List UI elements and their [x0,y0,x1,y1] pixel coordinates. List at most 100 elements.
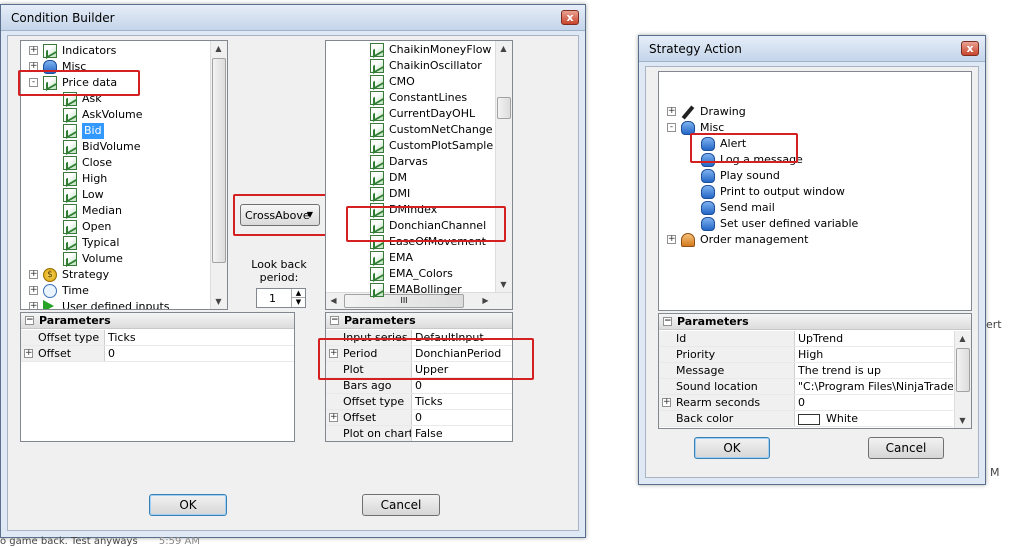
list-item[interactable]: CMO [326,74,494,90]
property-value[interactable]: Ticks [105,330,294,345]
indicator-list-vscroll[interactable]: ▲ ▼ [495,41,512,292]
tree-node[interactable]: AskVolume [21,107,209,123]
scroll-down-icon[interactable]: ▼ [496,277,511,292]
cancel-button[interactable]: Cancel [362,494,440,516]
scroll-thumb[interactable] [212,58,226,263]
tree-node[interactable]: Open [21,219,209,235]
property-value[interactable]: UpTrend [795,331,953,346]
action-parameters-grid[interactable]: − Parameters ▲ ▼ Id UpTrend Priority High Me… [658,313,972,429]
property-value[interactable]: The trend is up [795,363,953,378]
scroll-up-icon[interactable]: ▲ [955,331,970,346]
list-item[interactable]: Darvas [326,154,494,170]
expand-icon[interactable]: + [29,270,38,279]
list-item[interactable]: DM [326,170,494,186]
expand-icon[interactable]: + [29,302,38,309]
tree-node[interactable]: + Time [21,283,209,299]
list-item[interactable]: DMI [326,186,494,202]
list-item[interactable]: ChaikinOscillator [326,58,494,74]
expand-icon[interactable]: + [329,413,338,422]
table-row[interactable]: Message The trend is up [659,363,953,379]
tree-node[interactable]: + Indicators [21,43,209,59]
tree-node[interactable]: BidVolume [21,139,209,155]
table-row[interactable]: Offset type Ticks [21,330,294,346]
list-item[interactable]: ChaikinMoneyFlow [326,42,494,58]
ok-button[interactable]: OK [694,437,770,459]
scroll-up-icon[interactable]: ▲ [211,41,226,56]
table-row[interactable]: Offset type Ticks [326,394,512,410]
property-value[interactable]: 0 [795,395,953,410]
list-item[interactable]: CustomNetChange [326,122,494,138]
tree-node[interactable]: High [21,171,209,187]
expand-icon[interactable]: + [662,398,671,407]
left-parameters-grid[interactable]: − Parameters Offset type Ticks Offset +0 [20,312,295,442]
property-value[interactable]: 0 [412,410,512,425]
tree-node[interactable]: Median [21,203,209,219]
collapse-icon[interactable]: − [330,316,339,325]
list-item[interactable]: EMABollinger [326,282,494,298]
table-row[interactable]: Rearm seconds +0 [659,395,953,411]
expand-icon[interactable]: + [24,349,33,358]
list-item[interactable]: ConstantLines [326,90,494,106]
action-tree[interactable]: + Drawing - Misc Alert Log a message Play soun… [658,71,972,311]
tree-node[interactable]: Volume [21,251,209,267]
tree-node[interactable]: Typical [21,235,209,251]
lookback-period-stepper[interactable]: 1 ▲ ▼ [256,288,306,308]
expand-icon[interactable]: + [667,107,676,116]
property-value[interactable]: Ticks [412,394,512,409]
list-item-label: CustomPlotSample [389,139,494,152]
table-row[interactable]: Priority High [659,347,953,363]
tree-node[interactable]: Close [21,155,209,171]
title-bar[interactable]: Condition Builder x [1,5,585,31]
tree-node[interactable]: + Order management [659,232,953,248]
scroll-thumb[interactable] [956,348,970,392]
left-tree-scrollbar[interactable]: ▲ ▼ [210,41,227,309]
tree-node[interactable]: Send mail [659,200,953,216]
table-row[interactable]: Plot on chart False [326,426,512,441]
table-row[interactable]: Id UpTrend [659,331,953,347]
table-row[interactable]: Sound location "C:\Program Files\NinjaTra… [659,379,953,395]
chart-icon [370,283,384,297]
collapse-icon[interactable]: - [667,123,676,132]
tree-node[interactable]: Set user defined variable [659,216,953,232]
spin-down-icon[interactable]: ▼ [291,298,305,307]
property-value[interactable]: High [795,347,953,362]
tree-node-label: Open [82,220,112,233]
tree-node[interactable]: + User defined inputs [21,299,209,309]
table-row[interactable]: Back color White [659,411,953,427]
property-value[interactable]: "C:\Program Files\NinjaTrader [795,379,953,394]
indicator-list[interactable]: ▲ ▼ ◀ III ▶ ChaikinMoneyFlow ChaikinOscil… [325,40,513,310]
tree-node[interactable]: Bid [21,123,209,139]
scroll-thumb[interactable] [497,97,511,119]
expand-icon[interactable]: + [29,46,38,55]
expand-icon[interactable]: + [29,286,38,295]
list-item[interactable]: CustomPlotSample [326,138,494,154]
cancel-button[interactable]: Cancel [868,437,944,459]
list-item[interactable]: EMA [326,250,494,266]
params-scrollbar[interactable]: ▲ ▼ [954,331,971,428]
collapse-icon[interactable]: − [663,317,672,326]
scroll-up-icon[interactable]: ▲ [496,41,511,56]
collapse-icon[interactable]: − [25,316,34,325]
ok-button[interactable]: OK [149,494,227,516]
property-value[interactable]: White [795,411,953,426]
spin-up-icon[interactable]: ▲ [291,289,305,298]
tree-node[interactable]: Play sound [659,168,953,184]
table-row[interactable]: Offset +0 [21,346,294,362]
property-value[interactable]: 0 [105,346,294,361]
expand-icon[interactable]: + [667,235,676,244]
close-button[interactable]: x [961,41,979,56]
list-item[interactable]: CurrentDayOHL [326,106,494,122]
tree-node[interactable]: + $ Strategy [21,267,209,283]
table-row[interactable]: Offset +0 [326,410,512,426]
property-value[interactable]: 0 [412,378,512,393]
table-row[interactable]: Bars ago 0 [326,378,512,394]
scroll-down-icon[interactable]: ▼ [955,413,970,428]
list-item[interactable]: EMA_Colors [326,266,494,282]
tree-node[interactable]: Low [21,187,209,203]
title-bar[interactable]: Strategy Action x [639,36,985,62]
property-value[interactable]: False [412,426,512,441]
close-button[interactable]: x [561,10,579,25]
tree-node[interactable]: + Drawing [659,104,953,120]
scroll-down-icon[interactable]: ▼ [211,294,226,309]
tree-node[interactable]: Print to output window [659,184,953,200]
